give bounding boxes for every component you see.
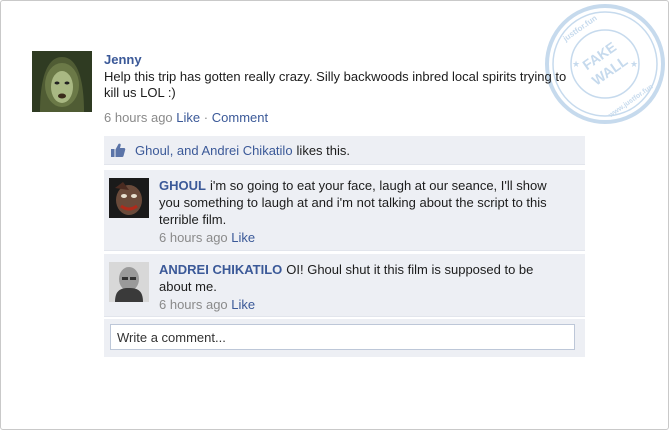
andrei-chikatilo-avatar[interactable] — [109, 262, 149, 302]
feedback-section: Ghoul, and Andrei Chikatilo likes this. … — [104, 134, 585, 357]
post-like-link[interactable]: Like — [176, 110, 200, 125]
post-text: Help this trip has gotten really crazy. … — [104, 69, 567, 100]
comment-item: ANDREI CHIKATILO OI! Ghoul shut it this f… — [104, 253, 585, 317]
meta-separator: · — [203, 110, 209, 125]
jenny-avatar[interactable] — [32, 51, 92, 112]
comment-timestamp: 6 hours ago — [159, 230, 228, 245]
comment-body: ANDREI CHIKATILO OI! Ghoul shut it this f… — [159, 261, 569, 313]
comment-body: GHOUL i'm so going to eat your face, laug… — [159, 177, 569, 246]
comment-composer — [104, 319, 585, 357]
svg-text:★: ★ — [572, 59, 580, 69]
comment-text: i'm so going to eat your face, laugh at … — [159, 178, 547, 227]
ghoul-avatar[interactable] — [109, 178, 149, 218]
likes-summary: Ghoul, and Andrei Chikatilo likes this. — [104, 136, 585, 165]
comment-item: GHOUL i'm so going to eat your face, laug… — [104, 169, 585, 251]
comment-author[interactable]: GHOUL — [159, 178, 206, 193]
comment-meta: 6 hours ago Like — [159, 296, 569, 313]
comment-like-link[interactable]: Like — [231, 230, 255, 245]
write-comment-input[interactable] — [110, 324, 575, 350]
likes-suffix: likes this. — [296, 142, 351, 158]
post-author-name[interactable]: Jenny — [104, 52, 142, 67]
post-timestamp: 6 hours ago — [104, 110, 173, 125]
comment-author[interactable]: ANDREI CHIKATILO — [159, 262, 282, 277]
comment-meta: 6 hours ago Like — [159, 229, 569, 246]
comment-like-link[interactable]: Like — [231, 297, 255, 312]
comment-timestamp: 6 hours ago — [159, 297, 228, 312]
svg-text:★: ★ — [630, 59, 638, 69]
likers-names[interactable]: Ghoul, and Andrei Chikatilo — [135, 143, 293, 158]
fake-wall-stamp-logo: FAKE WALL justfor.fun www.justfor.fun ★ … — [545, 4, 665, 124]
thumbs-up-icon — [111, 143, 126, 157]
post-comment-link[interactable]: Comment — [212, 110, 268, 125]
post-meta: 6 hours ago Like · Comment — [104, 110, 268, 125]
